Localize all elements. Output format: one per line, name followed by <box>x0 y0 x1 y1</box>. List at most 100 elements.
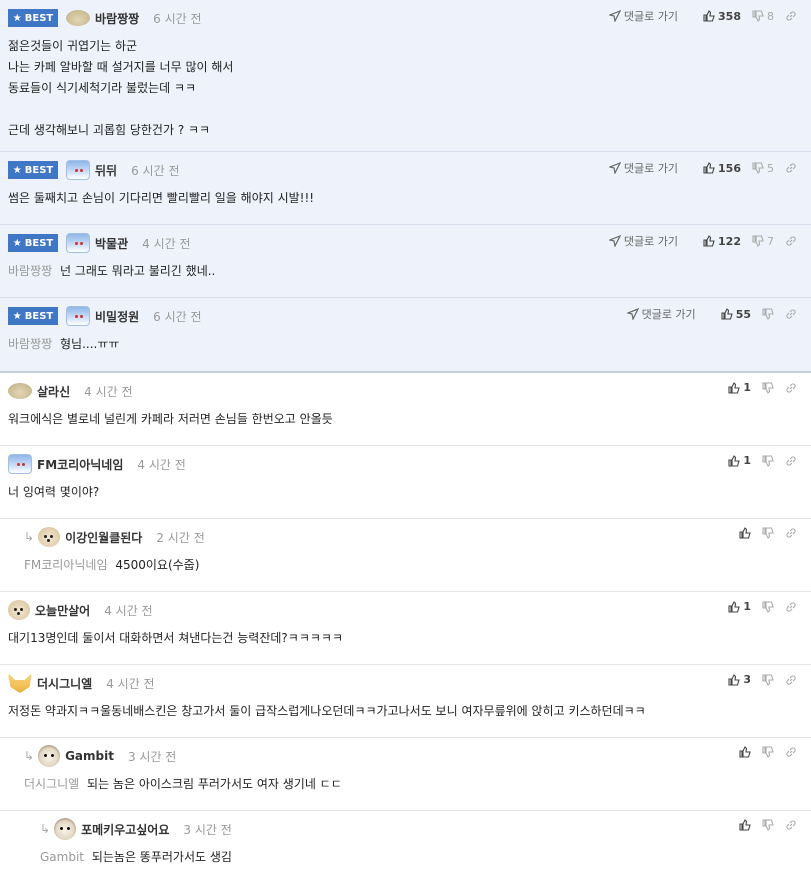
avatar[interactable] <box>8 600 30 620</box>
upvote-button[interactable]: 122 <box>703 235 741 248</box>
thumbs-down-icon <box>762 381 774 394</box>
comment-author[interactable]: 이강인월클된다 <box>65 529 142 546</box>
copy-link-button[interactable] <box>785 382 797 394</box>
avatar[interactable] <box>66 10 90 26</box>
copy-link-button[interactable] <box>785 674 797 686</box>
comment-author[interactable]: 박물관 <box>95 235 128 252</box>
comment-actions: 댓글로 가기 358 8 <box>608 8 797 24</box>
upvote-count: 122 <box>718 234 741 248</box>
avatar[interactable] <box>66 160 90 180</box>
goto-comment-link[interactable]: 댓글로 가기 <box>608 160 678 176</box>
goto-comment-link[interactable]: 댓글로 가기 <box>626 306 696 322</box>
upvote-count: 1 <box>743 600 751 613</box>
link-icon <box>786 601 796 612</box>
downvote-button[interactable] <box>762 746 774 758</box>
upvote-button[interactable] <box>739 819 751 831</box>
upvote-count: 1 <box>743 454 751 467</box>
upvote-button[interactable]: 1 <box>728 454 751 467</box>
comment-body: 썸은 둘째치고 손님이 기다리면 빨리빨리 일을 해야지 시발!!! <box>8 191 315 205</box>
comment-author[interactable]: 바람짱짱 <box>95 10 139 27</box>
comment: 살라신 4 시간 전 1 워크에식은 별로네 널린게 카페라 저러면 손님들 한… <box>0 373 811 446</box>
downvote-button[interactable] <box>762 454 774 467</box>
downvote-button[interactable]: 8 <box>752 10 774 23</box>
upvote-button[interactable]: 1 <box>728 381 751 394</box>
comment-time: 2 시간 전 <box>156 530 205 545</box>
downvote-button[interactable] <box>762 308 774 320</box>
comment-best: ★ BEST 비밀정원 6 시간 전 댓글로 가기 55 바람짱짱 형님....ㅠ… <box>0 298 811 373</box>
comment-author[interactable]: 포메키우고싶어요 <box>81 821 169 838</box>
link-icon <box>786 236 796 246</box>
comment-reply: ↳ 이강인월클된다 2 시간 전 FM코리아닉네임 4500이요(수줍) <box>0 519 811 592</box>
reply-to-nick[interactable]: FM코리아닉네임 <box>24 558 108 572</box>
comment-author[interactable]: 더시그니엘 <box>37 675 92 692</box>
upvote-button[interactable] <box>739 527 751 539</box>
copy-link-button[interactable] <box>785 527 797 539</box>
goto-comment-link[interactable]: 댓글로 가기 <box>608 233 678 249</box>
upvote-button[interactable]: 358 <box>703 10 741 23</box>
avatar[interactable] <box>66 306 90 326</box>
reply-to-nick[interactable]: 더시그니엘 <box>24 777 79 791</box>
comment-time: 3 시간 전 <box>183 822 232 837</box>
copy-link-button[interactable] <box>785 10 797 22</box>
downvote-button[interactable] <box>762 819 774 831</box>
comment-author[interactable]: Gambit <box>65 749 114 763</box>
comment-actions: 1 <box>717 381 797 394</box>
downvote-count: 5 <box>767 161 774 175</box>
downvote-button[interactable] <box>762 381 774 394</box>
avatar[interactable] <box>38 745 61 767</box>
link-icon <box>786 747 796 757</box>
copy-link-button[interactable] <box>785 235 797 247</box>
downvote-button[interactable] <box>762 673 774 686</box>
comment-author[interactable]: 비밀정원 <box>95 308 139 325</box>
copy-link-button[interactable] <box>785 308 797 320</box>
avatar[interactable] <box>8 383 32 399</box>
copy-link-button[interactable] <box>785 162 797 174</box>
downvote-count: 7 <box>767 234 774 248</box>
reply-to-nick[interactable]: 바람짱짱 <box>8 264 52 278</box>
best-badge: ★ BEST <box>8 307 58 325</box>
goto-comment-link[interactable]: 댓글로 가기 <box>608 8 678 24</box>
thumbs-up-icon <box>739 819 751 831</box>
avatar[interactable] <box>66 233 90 253</box>
thumbs-down-icon <box>752 10 764 22</box>
upvote-button[interactable]: 3 <box>728 673 751 686</box>
send-arrow-icon <box>626 308 639 320</box>
downvote-button[interactable]: 5 <box>752 162 774 175</box>
avatar[interactable] <box>54 818 77 840</box>
comment-time: 3 시간 전 <box>127 749 177 764</box>
comment-body: 너 잉여력 몇이야? <box>8 485 100 499</box>
thumbs-down-icon <box>762 673 774 686</box>
comment-time: 6 시간 전 <box>153 11 202 26</box>
downvote-button[interactable]: 7 <box>752 235 774 248</box>
copy-link-button[interactable] <box>785 455 797 467</box>
upvote-button[interactable] <box>739 746 751 758</box>
avatar[interactable] <box>38 527 61 547</box>
downvote-button[interactable] <box>762 600 774 613</box>
best-badge: ★ BEST <box>8 234 58 252</box>
comment-actions: 댓글로 가기 55 <box>626 306 797 322</box>
send-arrow-icon <box>608 10 621 22</box>
comment-author[interactable]: FM코리아닉네임 <box>37 456 123 473</box>
upvote-button[interactable]: 55 <box>721 308 751 321</box>
send-arrow-icon <box>608 235 621 247</box>
upvote-count: 3 <box>743 673 751 686</box>
upvote-button[interactable]: 156 <box>703 162 741 175</box>
upvote-button[interactable]: 1 <box>728 600 751 613</box>
avatar[interactable] <box>8 454 32 474</box>
comment-author[interactable]: 살라신 <box>37 383 70 400</box>
thumbs-down-icon <box>762 308 774 320</box>
copy-link-button[interactable] <box>785 819 797 831</box>
thumbs-up-icon <box>703 10 715 22</box>
reply-to-nick[interactable]: 바람짱짱 <box>8 337 52 351</box>
comment-author[interactable]: 오늘만살어 <box>35 602 90 619</box>
reply-to-nick[interactable]: Gambit <box>40 850 84 864</box>
comment-body: 바람짱짱 넌 그래도 뭐라고 불리긴 했네.. <box>8 264 216 278</box>
comment-time: 6 시간 전 <box>131 163 180 178</box>
comment-author[interactable]: 뒤뒤 <box>95 162 117 179</box>
copy-link-button[interactable] <box>785 746 797 758</box>
link-icon <box>786 455 796 466</box>
downvote-button[interactable] <box>762 527 774 539</box>
comment-body: Gambit 되는놈은 똥푸러가서도 생김 <box>40 850 232 864</box>
avatar[interactable] <box>8 673 32 693</box>
copy-link-button[interactable] <box>785 601 797 613</box>
